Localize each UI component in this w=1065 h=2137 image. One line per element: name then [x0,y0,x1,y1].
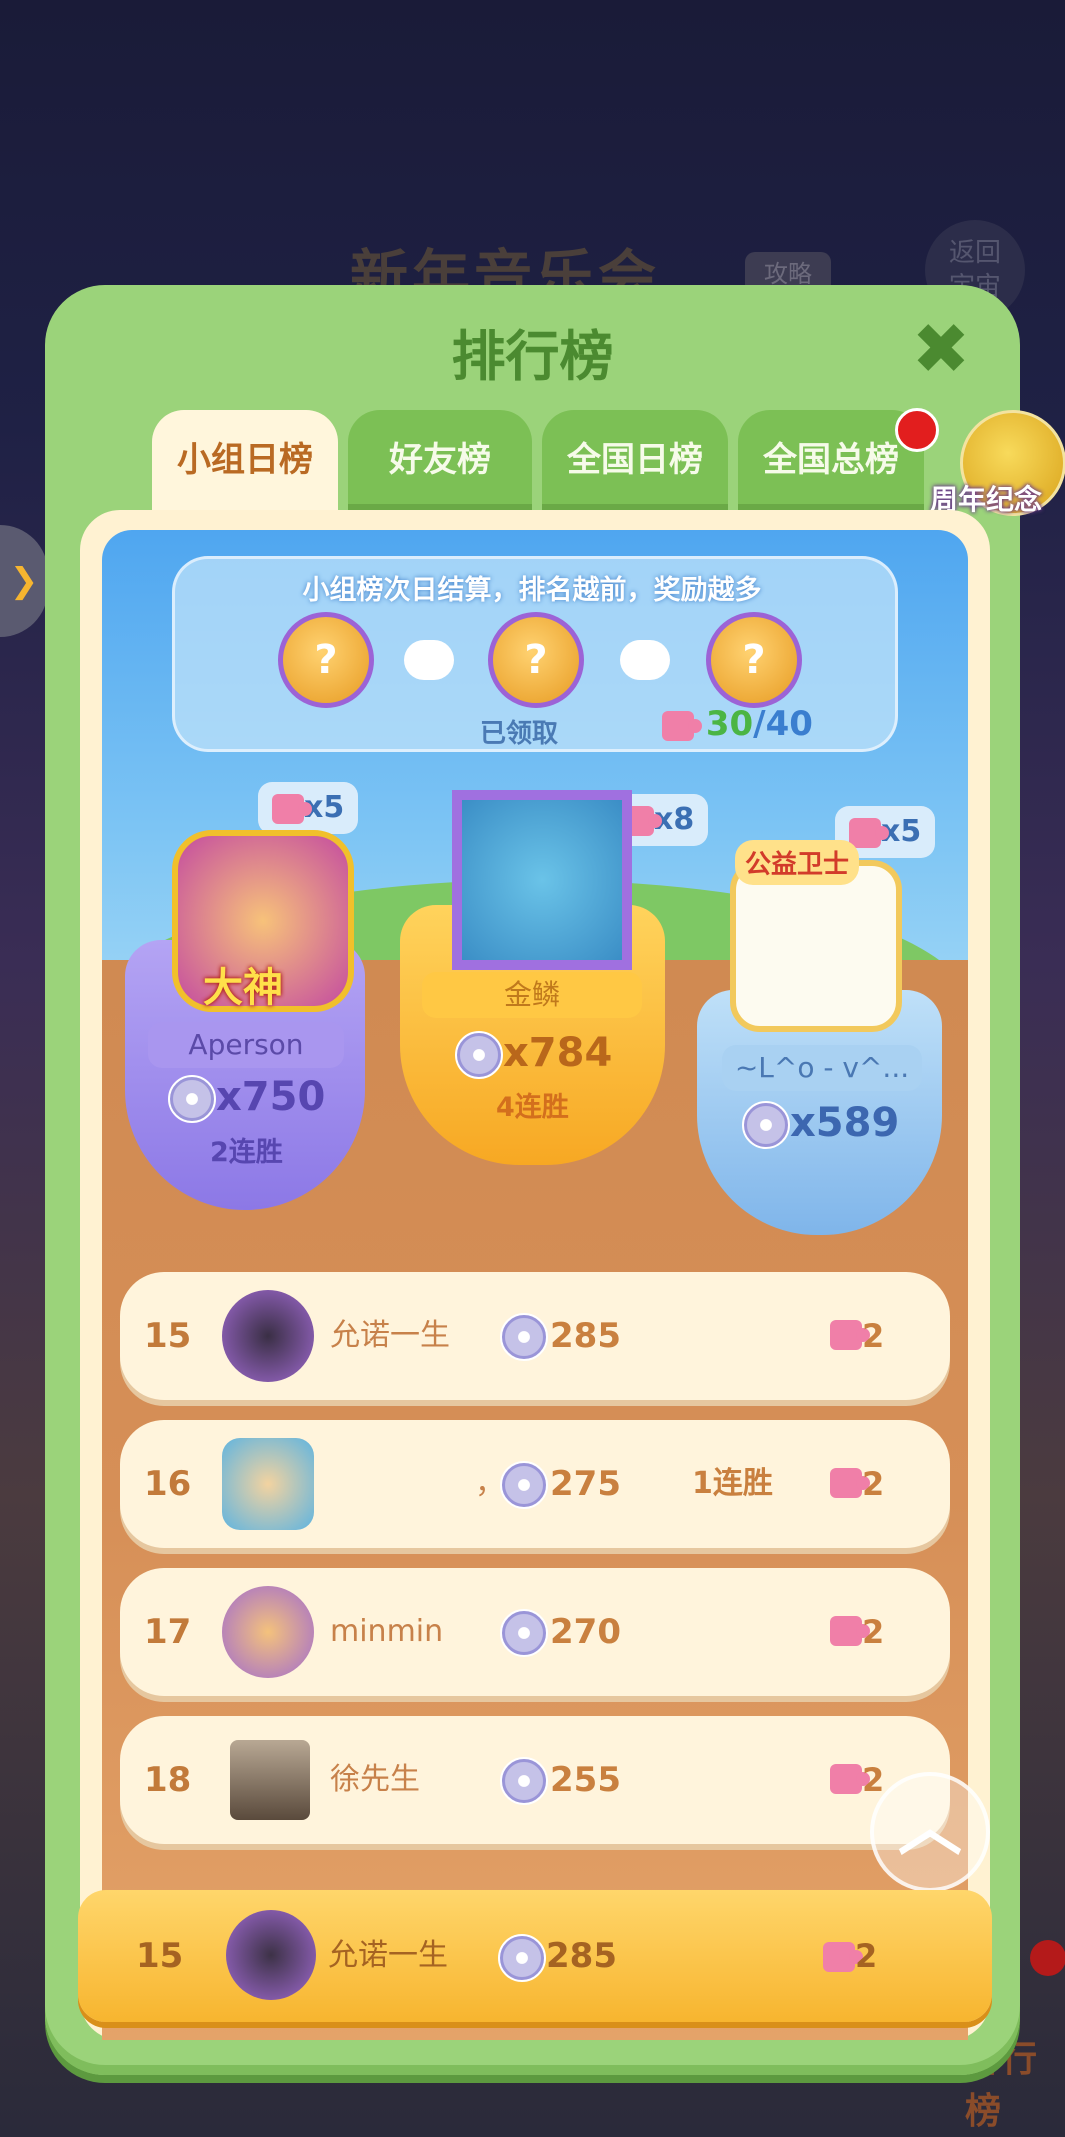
disc-icon [500,1609,548,1657]
puzzle-piece-icon [272,793,312,824]
puzzle-piece-icon [849,817,889,848]
disc-icon [500,1757,548,1805]
my-score: 285 [546,1936,617,1976]
my-pieces: 2 [855,1937,878,1975]
row-score: 285 [550,1316,621,1356]
podium-third-name: ~L^o - v^... [722,1045,922,1091]
podium-second-score-wrap: x750 [168,1074,325,1123]
row-avatar[interactable] [222,1586,314,1678]
reward-banner-text: 小组榜次日结算，排名越前，奖励越多 [302,575,762,606]
podium-first-avatar[interactable] [452,790,632,970]
puzzle-piece-icon [830,1764,870,1794]
podium-third-badge: 公益卫士 [735,840,860,885]
puzzle-piece-icon [662,710,702,741]
ranking-row[interactable]: 18 徐先生 255 2 [120,1716,950,1844]
puzzle-progress: 30/40 [662,704,813,744]
row-rank: 17 [144,1612,192,1652]
progress-arrow-icon [404,640,454,680]
row-rank: 16 [144,1464,192,1504]
podium-second-streak: 2连胜 [210,1137,283,1168]
reward-chest-3-icon[interactable]: ? [706,612,802,708]
row-rank: 15 [144,1316,192,1356]
puzzle-piece-icon [830,1320,870,1350]
podium-third-avatar[interactable] [730,860,902,1032]
podium-first-score-wrap: x784 [455,1030,612,1079]
podium-third-score: x589 [790,1100,900,1146]
tab-group-daily[interactable]: 小组日榜 [152,410,338,518]
podium-second-score: x750 [216,1074,326,1120]
disc-icon [498,1934,546,1982]
row-rank: 18 [144,1760,192,1800]
row-streak: 1连胜 [692,1466,773,1501]
disc-icon [742,1101,790,1149]
row-pieces: 2 [862,1613,885,1651]
reward-claimed-label: 已领取 [480,719,559,749]
disc-icon [500,1313,548,1361]
row-pieces: 2 [862,1317,885,1355]
disc-icon [500,1461,548,1509]
close-icon[interactable]: ✖ [910,314,972,384]
tab-national-daily[interactable]: 全国日榜 [542,410,728,510]
row-name: 允诺一生 [330,1318,450,1353]
row-name: minmin [330,1614,444,1649]
my-name: 允诺一生 [328,1938,448,1973]
podium-first-score: x784 [503,1030,613,1076]
tab-notification-dot [895,408,939,452]
tab-friends[interactable]: 好友榜 [348,410,532,510]
puzzle-piece-icon [830,1616,870,1646]
ranking-row[interactable]: 16 ， 275 1连胜 2 [120,1420,950,1548]
puzzle-piece-icon [823,1942,863,1972]
podium-second-pieces-bubble: x5 [258,782,359,834]
row-name: 徐先生 [330,1762,420,1797]
reward-chest-2-icon[interactable]: ? [488,612,584,708]
podium-second-badge: 大神 [203,965,283,1011]
puzzle-progress-total: /40 [753,704,813,744]
row-pieces: 2 [862,1465,885,1503]
disc-icon [168,1075,216,1123]
scroll-to-top-icon[interactable]: ︿ [870,1772,990,1892]
row-avatar[interactable] [222,1438,314,1530]
my-avatar[interactable] [226,1910,316,2000]
podium-second-name: Aperson [148,1022,344,1068]
my-ranking-row[interactable]: 15 允诺一生 285 2 [78,1890,992,2022]
ranking-row[interactable]: 15 允诺一生 285 2 [120,1272,950,1400]
puzzle-piece-icon [830,1468,870,1498]
ranking-row[interactable]: 17 minmin 270 2 [120,1568,950,1696]
row-score: 255 [550,1760,621,1800]
row-score: 275 [550,1464,621,1504]
podium-first-streak: 4连胜 [496,1092,569,1123]
panel-title: 排行榜 [451,325,614,388]
row-score: 270 [550,1612,621,1652]
row-avatar[interactable] [230,1740,310,1820]
row-avatar[interactable] [222,1290,314,1382]
reward-chest-1-icon[interactable]: ? [278,612,374,708]
progress-arrow-icon [620,640,670,680]
notification-dot [1030,1940,1065,1976]
disc-icon [455,1031,503,1079]
my-rank: 15 [136,1936,184,1976]
puzzle-progress-current: 30 [705,704,754,744]
podium-first-name: 金鳞 [422,972,642,1018]
podium-third-score-wrap: x589 [742,1100,899,1149]
